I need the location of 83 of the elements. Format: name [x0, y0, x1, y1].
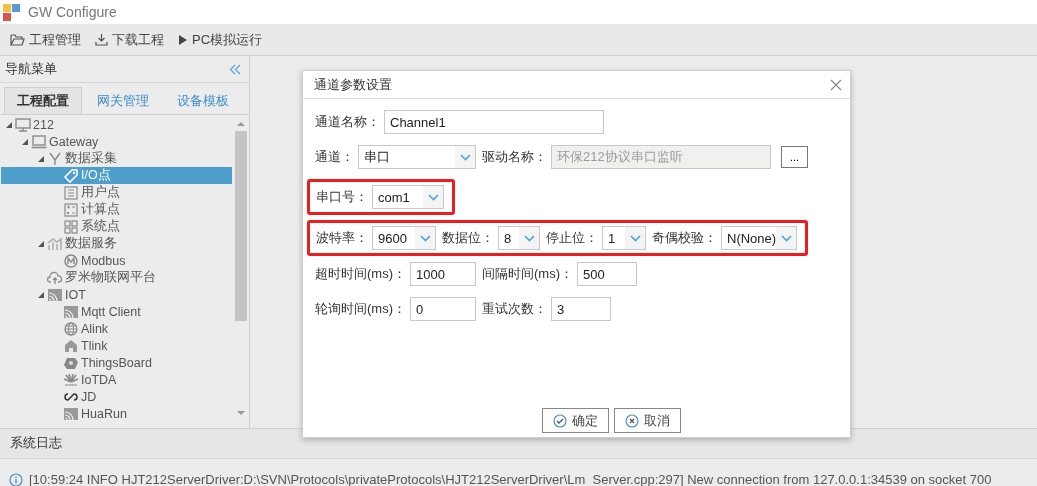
close-circle-icon: [625, 413, 639, 428]
app-logo-icon: [3, 3, 20, 21]
bar-chart-icon: [47, 236, 63, 251]
field-label: 数据位：: [442, 229, 494, 247]
chevron-down-icon: [780, 234, 792, 242]
dropdown[interactable]: 串口: [358, 145, 476, 169]
dropdown[interactable]: com1: [372, 185, 444, 209]
input-field[interactable]: 500: [577, 262, 637, 286]
ok-button[interactable]: 确定: [542, 408, 609, 433]
panel-title: 系统日志: [10, 435, 62, 452]
tag-icon: [63, 168, 79, 183]
field-label: 间隔时间(ms)：: [482, 265, 573, 283]
log-message: [10:59:24 INFO HJT212ServerDriver:D:\SVN\Protocols\privateProtocols\HJT212ServerDriver\Lm_Server.cpp:297] New connection from 127.0.0.1:34539 on socket 700: [29, 472, 992, 486]
tree-item[interactable]: 212: [1, 116, 232, 133]
tree-item[interactable]: Modbus: [1, 252, 232, 269]
m-circle-icon: [63, 253, 79, 268]
panel-title: 导航菜单: [5, 60, 57, 78]
toolbar-button[interactable]: 工程管理: [8, 30, 83, 49]
chevron-down-icon: [427, 193, 439, 201]
chevron-down-icon: [523, 234, 535, 242]
tree-item[interactable]: 罗米物联网平台: [1, 269, 232, 286]
field-label: 波特率：: [316, 229, 368, 247]
input-field[interactable]: 0: [410, 297, 476, 321]
cast-icon: [63, 304, 79, 319]
laptop-icon: [31, 134, 47, 149]
field-label: 轮询时间(ms)：: [315, 300, 406, 318]
list-icon: [63, 185, 79, 200]
calculator-icon: [63, 202, 79, 217]
tree-item[interactable]: IOT: [1, 286, 232, 303]
tree-item[interactable]: JD: [1, 388, 232, 405]
field-label: 停止位：: [546, 229, 598, 247]
field-label: 驱动名称：: [482, 148, 547, 166]
input-field[interactable]: 1000: [410, 262, 476, 286]
dropdown[interactable]: 1: [602, 226, 646, 250]
tree-item[interactable]: 用户点: [1, 184, 232, 201]
fork-icon: [47, 151, 63, 166]
tree-item[interactable]: 系统点: [1, 218, 232, 235]
field-label: 奇偶校验：: [652, 229, 717, 247]
input-field[interactable]: Channel1: [384, 110, 604, 134]
check-circle-icon: [553, 413, 567, 428]
monitor-icon: [15, 117, 31, 132]
field-label: 通道名称：: [315, 113, 380, 131]
field-label: 超时时间(ms)：: [315, 265, 406, 283]
chevron-down-icon: [419, 234, 431, 242]
input-field[interactable]: 3: [551, 297, 611, 321]
cast-icon: [47, 287, 63, 302]
tree-item[interactable]: HuaRun: [1, 405, 232, 422]
chevron-down-icon: [459, 153, 471, 161]
window-title: GW Configure: [28, 4, 117, 20]
info-icon: [9, 472, 23, 486]
tree-item[interactable]: IoTDA: [1, 371, 232, 388]
field-label: 重试次数：: [482, 300, 547, 318]
field-label: 通道：: [315, 148, 354, 166]
dropdown[interactable]: N(None): [721, 226, 797, 250]
close-icon[interactable]: [830, 78, 842, 91]
flower-icon: [63, 372, 79, 387]
tree-item[interactable]: 数据采集: [1, 150, 232, 167]
tree-item[interactable]: Alink: [1, 320, 232, 337]
toolbar-button[interactable]: 下载工程: [93, 30, 166, 49]
tree-item[interactable]: Tlink: [1, 337, 232, 354]
cloud-upload-icon: [47, 270, 63, 285]
field-label: 串口号：: [316, 188, 368, 206]
folder-icon: [10, 33, 25, 46]
cancel-button[interactable]: 取消: [614, 408, 681, 433]
chip-icon: [63, 355, 79, 370]
dropdown[interactable]: 8: [498, 226, 540, 250]
tree-item[interactable]: 计算点: [1, 201, 232, 218]
tab[interactable]: 工程配置: [4, 87, 82, 114]
download-icon: [95, 33, 108, 46]
tree-item[interactable]: 数据服务: [1, 235, 232, 252]
tree-item[interactable]: Gateway: [1, 133, 232, 150]
browse-button[interactable]: ...: [781, 146, 809, 168]
grid-icon: [63, 219, 79, 234]
tree-item[interactable]: ThingsBoard: [1, 354, 232, 371]
dialog-title: 通道参数设置: [314, 75, 392, 94]
chevron-down-icon: [629, 234, 641, 242]
toolbar-button[interactable]: PC模拟运行: [176, 30, 265, 49]
cast-icon: [63, 406, 79, 421]
globe-icon: [63, 321, 79, 336]
house-icon: [63, 338, 79, 353]
play-icon: [178, 33, 188, 46]
tree-item[interactable]: Mqtt Client: [1, 303, 232, 320]
dropdown[interactable]: 9600: [372, 226, 436, 250]
